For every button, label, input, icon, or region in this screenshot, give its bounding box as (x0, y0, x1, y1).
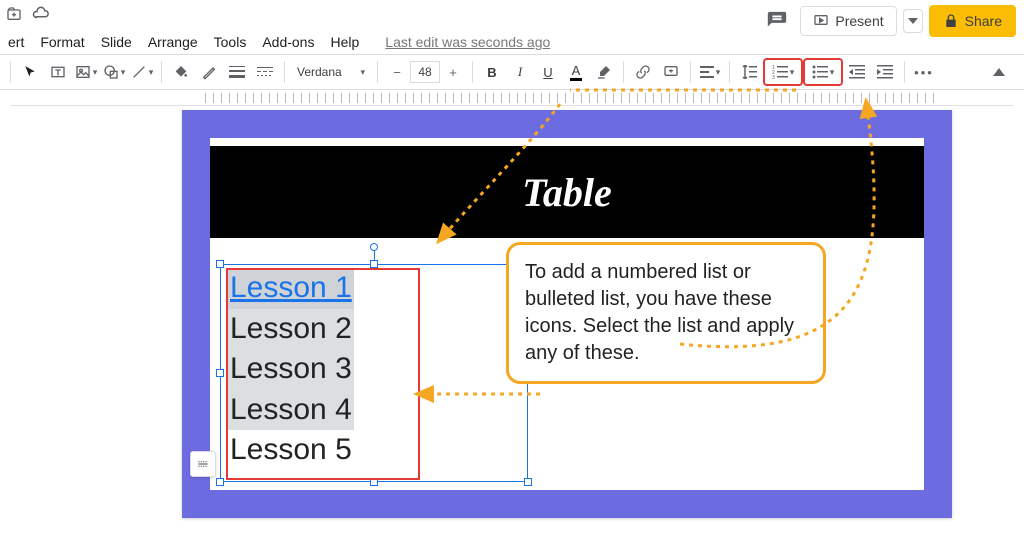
image-tool[interactable]: ▾ (73, 59, 99, 85)
underline-button[interactable]: U (535, 59, 561, 85)
svg-text:3: 3 (772, 75, 775, 79)
resize-handle[interactable] (216, 478, 224, 486)
present-button[interactable]: Present (800, 6, 896, 36)
menu-arrange[interactable]: Arrange (140, 30, 206, 54)
font-select[interactable]: Verdana ▾ (291, 59, 371, 85)
font-size-plus[interactable]: + (440, 59, 466, 85)
list-item[interactable]: Lesson 3 (228, 349, 354, 390)
link-button[interactable] (630, 59, 656, 85)
ruler[interactable] (10, 90, 1014, 106)
cloud-status-icon[interactable] (32, 6, 50, 22)
textbox-tool[interactable] (45, 59, 71, 85)
resize-handle[interactable] (370, 478, 378, 486)
list-item[interactable]: Lesson 2 (228, 309, 354, 350)
numbered-list-button[interactable]: 123▾ (764, 59, 802, 85)
resize-handle[interactable] (216, 369, 224, 377)
fill-color[interactable] (168, 59, 194, 85)
font-size-input[interactable]: 48 (410, 61, 440, 83)
bulleted-list-button[interactable]: ▾ (804, 59, 842, 85)
slide-title-bar: Table (210, 146, 924, 238)
comments-button[interactable] (760, 4, 794, 38)
resize-handle[interactable] (370, 260, 378, 268)
highlight-button[interactable] (591, 59, 617, 85)
align-button[interactable]: ▾ (697, 59, 723, 85)
menu-addons[interactable]: Add-ons (254, 30, 322, 54)
list-item[interactable]: Lesson 4 (228, 390, 354, 431)
border-weight[interactable] (224, 59, 250, 85)
menu-insert[interactable]: ert (0, 30, 32, 54)
increase-indent-button[interactable] (872, 59, 898, 85)
move-to-drive-icon[interactable] (6, 6, 22, 22)
border-color[interactable] (196, 59, 222, 85)
decrease-indent-button[interactable] (844, 59, 870, 85)
annotation-callout: To add a numbered list or bulleted list,… (506, 242, 826, 384)
resize-handle[interactable] (216, 260, 224, 268)
font-size-minus[interactable]: − (384, 59, 410, 85)
share-label: Share (965, 13, 1002, 29)
slide[interactable]: Table Lesson (182, 110, 952, 518)
menu-bar: ert Format Slide Arrange Tools Add-ons H… (0, 30, 558, 54)
bold-button[interactable]: B (479, 59, 505, 85)
line-tool[interactable]: ▾ (129, 59, 155, 85)
slide-title: Table (522, 169, 612, 216)
present-dropdown[interactable] (903, 9, 923, 33)
select-tool[interactable] (17, 59, 43, 85)
list-item[interactable]: Lesson 5 (228, 430, 354, 471)
resize-handle[interactable] (524, 478, 532, 486)
rotate-handle[interactable] (370, 243, 378, 251)
border-dash[interactable] (252, 59, 278, 85)
lesson-list[interactable]: Lesson 1 Lesson 2 Lesson 3 Lesson 4 Less… (228, 268, 354, 471)
font-name-label: Verdana (297, 65, 342, 79)
line-spacing-button[interactable] (736, 59, 762, 85)
more-button[interactable]: ••• (911, 59, 937, 85)
shape-tool[interactable]: ▾ (101, 59, 127, 85)
lesson-textbox[interactable]: Lesson 1 Lesson 2 Lesson 3 Lesson 4 Less… (214, 260, 534, 485)
menu-tools[interactable]: Tools (206, 30, 255, 54)
italic-button[interactable]: I (507, 59, 533, 85)
list-item[interactable]: Lesson 1 (228, 268, 354, 309)
canvas[interactable]: Table Lesson (0, 106, 1024, 533)
last-edit-link[interactable]: Last edit was seconds ago (377, 30, 558, 54)
comment-add-button[interactable] (658, 59, 684, 85)
collapse-toolbar[interactable] (986, 59, 1012, 85)
toolbar: ▾ ▾ ▾ Verdana ▾ − 48 + B I U A (0, 54, 1024, 90)
menu-format[interactable]: Format (32, 30, 92, 54)
autofit-icon[interactable] (190, 451, 216, 477)
text-color-button[interactable]: A (563, 59, 589, 85)
share-button[interactable]: Share (929, 5, 1016, 37)
present-label: Present (835, 13, 883, 29)
menu-slide[interactable]: Slide (93, 30, 140, 54)
title-bar-icons (6, 6, 50, 22)
menu-help[interactable]: Help (322, 30, 367, 54)
callout-text: To add a numbered list or bulleted list,… (525, 261, 794, 364)
